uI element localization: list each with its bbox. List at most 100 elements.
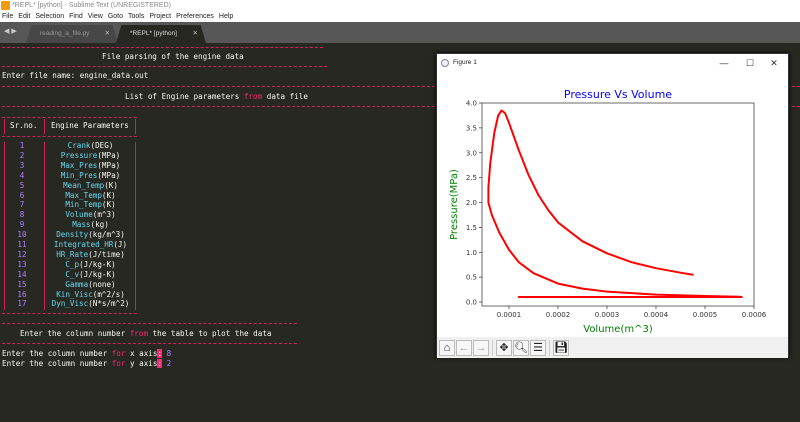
home-icon: ⌂ [443, 341, 451, 354]
save-button[interactable]: 💾︎ [553, 339, 569, 356]
menu-bar: File Edit Selection Find View Goto Tools Projec… [0, 11, 800, 22]
parameter-name: HR_Rate(J/time) [46, 250, 135, 260]
back-button[interactable]: ← [456, 339, 472, 356]
row-number: 10 [17, 230, 27, 240]
keyword: from [243, 92, 263, 101]
param-label: Min_Pres [60, 170, 98, 180]
param-label: Mean_Temp [63, 180, 105, 190]
menu-view[interactable]: View [88, 11, 103, 22]
heading-text: Enter the column number [20, 329, 130, 338]
row-number: 8 [19, 210, 25, 220]
x-tick-label: 0.0006 [742, 311, 767, 319]
parameter-name: Gamma(none) [46, 280, 135, 290]
param-label: Integrated_HR [53, 240, 114, 249]
param-unit: (J/kg-K) [79, 269, 116, 279]
y-tick-label: 3.5 [466, 124, 477, 132]
column-header-params: Engine Parameters [51, 121, 129, 130]
tab-repl-python[interactable]: *REPL* [python] ✕ [116, 25, 206, 43]
menu-tools[interactable]: Tools [128, 11, 144, 22]
tab-nav-arrows-icon[interactable]: ◀ ▶ [4, 27, 17, 35]
parameter-name: Max_Pres(MPa) [46, 161, 135, 171]
divider [2, 323, 297, 324]
sliders-icon: ☰ [533, 342, 543, 354]
minimize-button[interactable]: — [712, 54, 736, 72]
keyword: for [111, 359, 126, 368]
parameter-name: Max_Temp(K) [46, 191, 135, 201]
matplotlib-logo-icon [441, 59, 449, 67]
tab-label: reading_a_file.py [40, 30, 90, 37]
heading-parameter-list: List of Engine parameters from data file [125, 92, 308, 102]
row-number: 9 [19, 220, 25, 230]
parameter-name: Density(kg/m^3) [46, 230, 135, 240]
home-button[interactable]: ⌂ [439, 339, 455, 356]
param-label: C_p [65, 259, 80, 269]
window-title: *REPL* [python] - Sublime Text (UNREGIST… [12, 2, 171, 9]
pv-series-line [487, 109, 743, 298]
row-number: 11 [17, 240, 27, 249]
window-titlebar: *REPL* [python] - Sublime Text (UNREGIST… [0, 0, 800, 11]
param-label: Max_Pres [60, 160, 98, 170]
close-button[interactable]: ✕ [762, 54, 786, 72]
row-number: 5 [19, 180, 25, 190]
magnifier-icon: 🔍︎ [514, 342, 528, 354]
param-label: Min_Temp [65, 200, 102, 210]
y-axis-label: Pressure(MPa) [449, 169, 460, 240]
param-unit: (J/time) [88, 249, 125, 259]
param-unit: (m^3) [92, 210, 116, 220]
row-number: 17 [17, 299, 27, 309]
close-icon[interactable]: ✕ [193, 25, 198, 43]
param-label: Density [56, 230, 89, 240]
heading-file-parsing: File parsing of the engine data [102, 52, 244, 61]
param-unit: (K) [101, 190, 116, 200]
menu-find[interactable]: Find [69, 11, 83, 22]
menu-help[interactable]: Help [219, 11, 233, 22]
menu-project[interactable]: Project [149, 11, 171, 22]
menu-file[interactable]: File [2, 11, 13, 22]
param-unit: (MPa) [97, 170, 121, 180]
forward-button[interactable]: → [473, 339, 489, 356]
zoom-button[interactable]: 🔍︎ [513, 339, 529, 356]
x-tick-label: 0.0002 [546, 311, 571, 319]
x-axis-prompt: Enter the column number for x axis: 8 [2, 349, 171, 359]
param-label: Pressure [60, 150, 98, 160]
configure-button[interactable]: ☰ [530, 339, 546, 356]
param-label: HR_Rate [56, 249, 89, 259]
y-tick-label: 2.0 [466, 199, 477, 207]
figure-title: Figure 1 [453, 59, 477, 66]
table-border [4, 119, 5, 134]
plot-toolbar: ⌂ ← → ✥ 🔍︎ ☰ 💾︎ [437, 337, 788, 358]
menu-selection[interactable]: Selection [35, 11, 64, 22]
divider [2, 66, 327, 67]
parameter-name: C_p(J/kg-K) [46, 260, 135, 270]
plot-area [481, 102, 755, 307]
y-tick-label: 4.0 [466, 100, 477, 108]
prompt-text: Enter file name: [2, 71, 80, 80]
tab-reading-a-file[interactable]: reading_a_file.py ✕ [26, 25, 118, 43]
colon: : [157, 359, 163, 368]
y-tick-label: 3.0 [466, 149, 477, 157]
param-label: Crank [67, 141, 91, 150]
menu-preferences[interactable]: Preferences [176, 11, 214, 22]
maximize-button[interactable]: ☐ [738, 54, 762, 72]
tab-label: *REPL* [python] [130, 30, 177, 37]
parameter-name: C_v(J/kg-K) [46, 270, 135, 280]
table-border [135, 142, 136, 310]
table-border [2, 136, 137, 137]
table-border [44, 119, 45, 134]
table-border [135, 119, 136, 134]
close-icon[interactable]: ✕ [105, 25, 110, 43]
param-unit: (DEG) [90, 141, 114, 150]
pan-button[interactable]: ✥ [496, 339, 512, 356]
param-label: Max_Temp [65, 190, 102, 200]
table-border [2, 313, 137, 314]
prompt-text: Enter the column number [2, 349, 112, 358]
heading-text: List of Engine parameters [125, 92, 244, 101]
param-unit: (K) [104, 180, 118, 190]
sublime-logo-icon [1, 1, 10, 10]
menu-goto[interactable]: Goto [108, 11, 123, 22]
keyword: for [111, 349, 126, 358]
x-tick-label: 0.0001 [497, 311, 522, 319]
param-label: Mass [72, 220, 91, 230]
row-number: 1 [19, 141, 25, 150]
menu-edit[interactable]: Edit [18, 11, 30, 22]
